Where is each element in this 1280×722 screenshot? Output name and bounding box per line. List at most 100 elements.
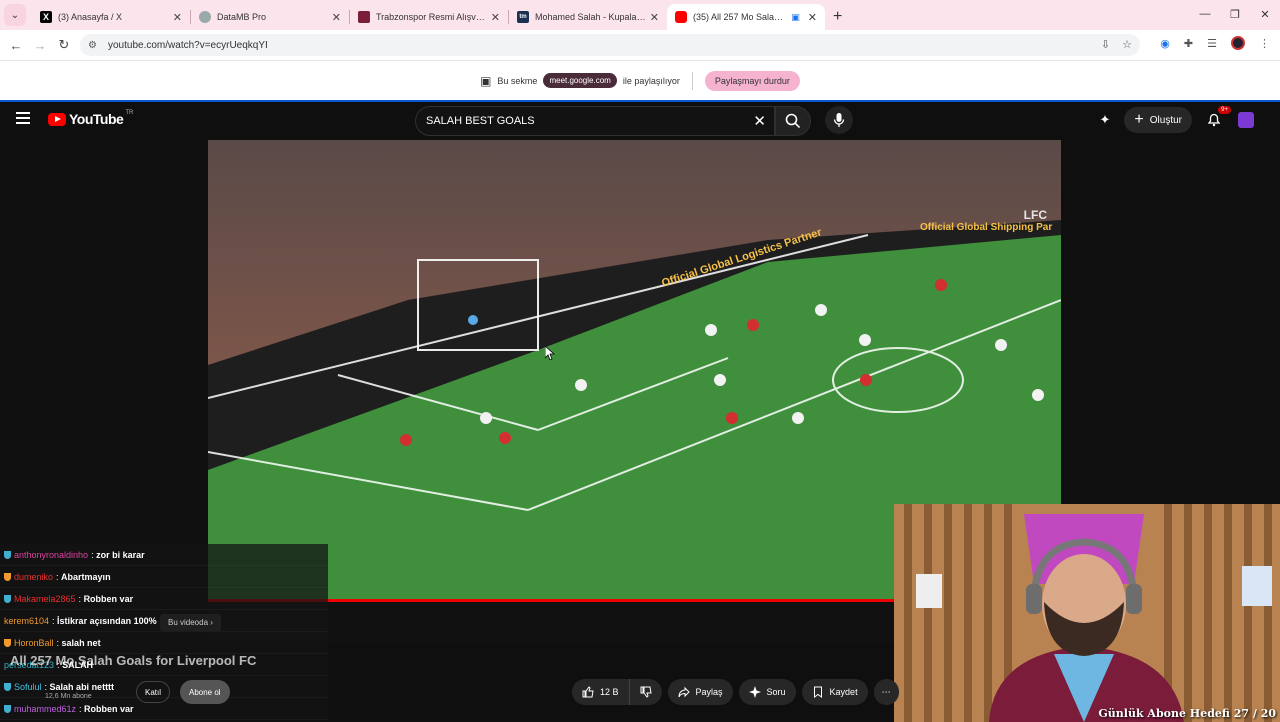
tab-0[interactable]: X (3) Anasayfa / X ✕ [32,4,190,30]
notifications-button[interactable]: 9+ [1206,106,1231,129]
new-tab-button[interactable]: + [833,8,842,26]
join-button[interactable]: Katıl [136,681,171,703]
youtube-logo[interactable]: YouTube TR [48,110,133,127]
reading-list-icon[interactable]: ☰ [1207,37,1217,50]
tab-2[interactable]: Trabzonspor Resmi Alışveriş Sitesi ✕ [350,4,508,30]
board-text-2: Official Global Shipping Par [920,222,1053,233]
youtube-play-icon [48,112,66,126]
tab-title: (3) Anasayfa / X [58,12,123,22]
mouse-cursor-icon [545,346,555,360]
tab-sharing-bar: ▣ Bu sekme meet.google.com ile paylaşılı… [0,60,1280,100]
close-icon[interactable]: ✕ [808,11,817,24]
chat-message: HoronBall: salah net [0,632,328,654]
ai-sparkle-icon[interactable]: ✦ [1100,112,1111,128]
ask-button[interactable]: Soru [738,679,796,705]
search-button[interactable] [775,106,811,136]
close-window-icon[interactable]: ✕ [1250,0,1280,28]
subscribe-button[interactable]: Abone ol [180,680,230,704]
chat-text: salah net [61,637,101,648]
save-label: Kaydet [829,687,858,697]
tab-1[interactable]: DataMB Pro ✕ [191,4,349,30]
badge-shield-icon [4,594,11,603]
tab-4[interactable]: (35) All 257 Mo Salah Goals ▣ ✕ [667,4,825,30]
plus-icon: + [1134,111,1144,128]
badge-shield-icon [4,638,11,647]
globe-icon [199,11,211,23]
bookmark-star-icon[interactable]: ☆ [1122,38,1132,51]
stop-sharing-button[interactable]: Paylaşmayı durdur [704,70,800,91]
channel-avatar[interactable] [1238,112,1254,128]
more-actions-button[interactable]: ⋯ [873,679,899,705]
close-icon[interactable]: ✕ [650,11,659,24]
badge-shield-icon [4,682,11,691]
voice-search-button[interactable] [825,106,853,134]
chat-user: Makamela2865 [14,593,76,604]
back-icon[interactable]: ← [4,38,28,53]
chat-user: muhammed61z [14,703,77,714]
save-button[interactable]: Kaydet [801,679,868,705]
site-info-icon[interactable]: ⚙ [88,40,100,51]
search-icon [785,113,801,129]
reload-icon[interactable]: ↻ [52,37,76,53]
streamer-webcam-image [894,504,1280,722]
create-label: Oluştur [1149,114,1182,126]
chat-message: dumeniko: Abartmayın [0,566,328,588]
minimize-icon[interactable]: — [1190,0,1220,28]
dislike-button[interactable] [628,679,662,705]
like-button[interactable]: 12 B [572,679,629,705]
share-label: Paylaş [695,687,723,697]
chat-text: Robben var [83,593,134,604]
screen-share-icon: ▣ [791,11,800,22]
forward-icon[interactable]: → [28,38,52,53]
sparkle-icon [748,686,761,698]
profile-avatar[interactable] [1231,36,1245,50]
chat-text: zor bi karar [96,549,145,560]
search-input[interactable]: SALAH BEST GOALS ✕ [415,106,775,136]
chat-text: İstikrar açısından 100% [57,615,157,626]
restore-icon[interactable]: ❐ [1220,0,1250,28]
share-arrow-icon [678,686,690,698]
trabzonspor-icon [358,11,370,23]
x-logo-icon: X [40,11,52,23]
install-app-icon[interactable]: ⇩ [1101,38,1110,51]
in-this-video-chip[interactable]: Bu videoda › [160,614,221,631]
extensions-puzzle-icon[interactable]: ✚ [1184,37,1193,50]
chat-user: dumeniko [14,571,54,582]
tab-3[interactable]: tm Mohamed Salah - Kupalar ve başarılar … [509,4,667,30]
address-bar[interactable]: ⚙ youtube.com/watch?v=ecyrUeqkqYI ⇩ ☆ [80,34,1140,56]
toolbar-icons: ◉ ✚ ☰ ⋮ [1160,36,1270,50]
notification-badge: 9+ [1218,106,1231,114]
in-video-label: Bu videoda [168,618,209,627]
youtube-page: YouTube TR SALAH BEST GOALS ✕ ✦ + Oluştur… [0,100,1280,722]
create-button[interactable]: + Oluştur [1124,107,1192,133]
search-query: SALAH BEST GOALS [426,115,535,127]
extension-wave-icon[interactable]: ◉ [1160,37,1170,50]
clear-search-icon[interactable]: ✕ [753,112,766,130]
lfc-badge: LFC [1023,208,1047,222]
navigation-bar: ← → ↻ ⚙ youtube.com/watch?v=ecyrUeqkqYI … [0,30,1280,60]
badge-shield-icon [4,704,11,713]
share-prefix: Bu sekme [497,75,538,86]
ask-label: Soru [766,687,786,697]
video-actions: 12 B Paylaş Soru Kaydet ⋯ [572,679,899,705]
close-icon[interactable]: ✕ [332,11,341,24]
menu-kebab-icon[interactable]: ⋮ [1259,37,1270,50]
thumbs-down-icon [640,686,652,698]
close-icon[interactable]: ✕ [173,11,182,24]
tab-strip: ⌄ X (3) Anasayfa / X ✕ DataMB Pro ✕ Trab… [0,0,1280,30]
divider [691,71,693,90]
tab-title: Mohamed Salah - Kupalar ve başarılar [535,12,646,22]
window-controls: — ❐ ✕ [1190,0,1280,28]
url-text: youtube.com/watch?v=ecyrUeqkqYI [108,39,268,51]
chat-text: Salah abi netttt [49,681,115,692]
close-icon[interactable]: ✕ [491,11,500,24]
hamburger-menu-icon[interactable] [16,112,30,127]
chat-user: HoronBall [14,637,54,648]
bookmark-icon [813,686,822,698]
chat-message: Makamela2865: Robben var [0,588,328,610]
tab-search-button[interactable]: ⌄ [4,4,26,26]
share-button[interactable]: Paylaş [667,679,733,705]
more-icon: ⋯ [881,686,891,697]
chat-user: kerem6104 [4,615,50,626]
like-count: 12 B [600,687,619,697]
